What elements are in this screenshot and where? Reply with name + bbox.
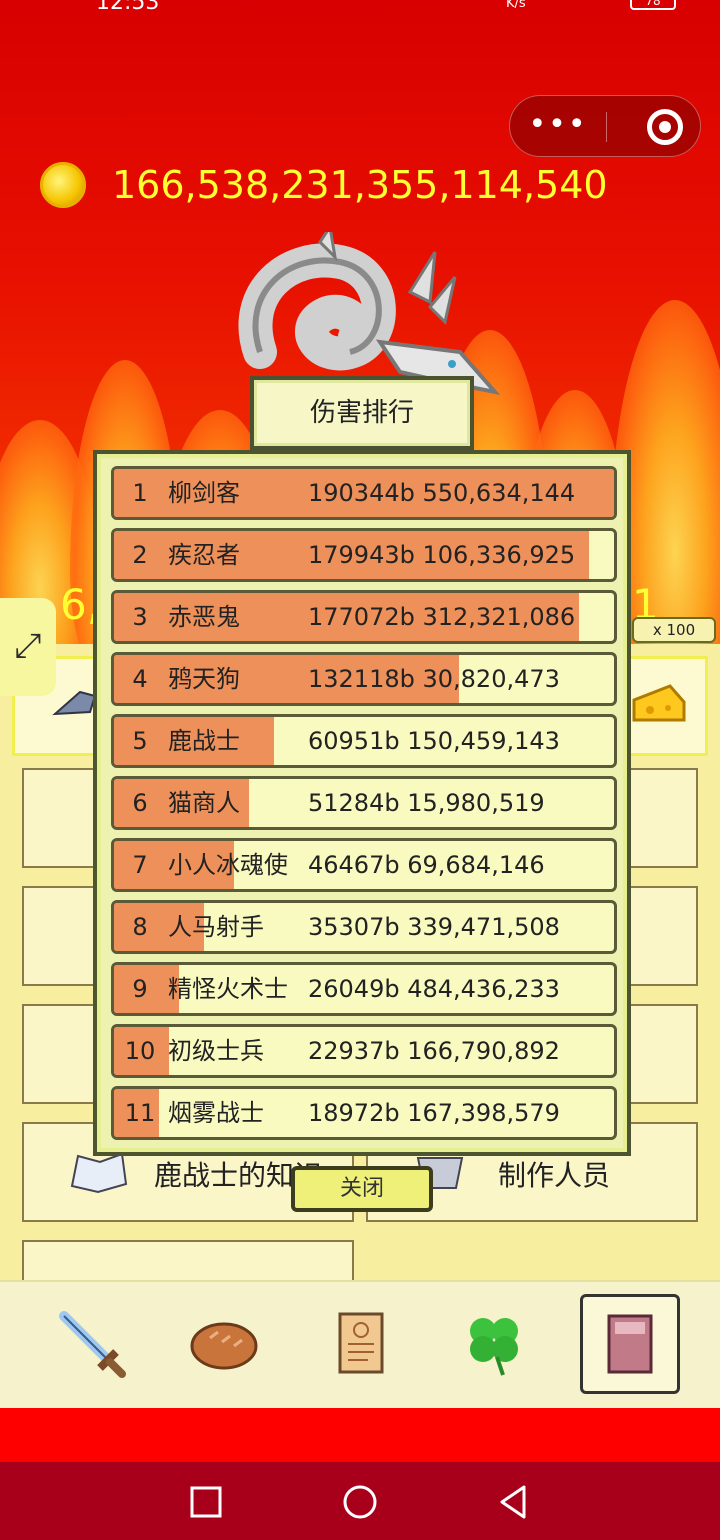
ranking-name: 鹿战士 [168,727,240,755]
ranking-rank: 6 [132,789,148,817]
damage-ranking-panel: 1 柳剑客 190344b 550,634,144 2 疾忍者 179943b 106,3… [93,450,631,1156]
item-card[interactable] [22,768,102,868]
close-button[interactable]: 关闭 [291,1166,433,1212]
ranking-score: 46467b 69,684,146 [308,851,545,879]
ranking-name: 赤恶鬼 [168,603,240,631]
ranking-name: 柳剑客 [168,479,240,507]
ranking-rank: 7 [132,851,148,879]
item-card[interactable] [622,768,698,868]
ranking-row: 5 鹿战士 60951b 150,459,143 [111,714,617,768]
battery-indicator: 78 [630,0,676,10]
nav-clover-button[interactable] [444,1294,544,1394]
ranking-rank: 4 [132,665,148,693]
ranking-score: 177072b 312,321,086 [308,603,576,631]
ranking-score: 190344b 550,634,144 [308,479,576,507]
ad-strip [0,1408,720,1462]
item-card[interactable] [22,886,102,986]
clover-icon [470,1318,518,1376]
ranking-name: 精怪火术士 [168,975,288,1003]
ranking-score: 26049b 484,436,233 [308,975,560,1003]
bread-icon [190,1322,258,1370]
ranking-rank: 5 [132,727,148,755]
ranking-title: 伤害排行 [250,376,474,450]
ranking-score: 35307b 339,471,508 [308,913,560,941]
nav-bread-button[interactable] [174,1294,274,1394]
ranking-name: 鸦天狗 [168,665,240,693]
ranking-name: 初级士兵 [168,1037,264,1065]
gold-amount: 166,538,231,355,114,540 [112,163,608,207]
ranking-row: 8 人马射手 35307b 339,471,508 [111,900,617,954]
ranking-score: 60951b 150,459,143 [308,727,560,755]
nav-sword-button[interactable] [42,1294,142,1394]
ranking-name: 小人冰魂使 [168,851,288,879]
multiplier-badge[interactable]: x 100 [632,617,716,643]
ranking-row: 6 猫商人 51284b 15,980,519 [111,776,617,830]
status-time: 12:53 [96,0,160,15]
ranking-row: 2 疾忍者 179943b 106,336,925 [111,528,617,582]
nav-scroll-button[interactable] [310,1294,410,1394]
ranking-score: 179943b 106,336,925 [308,541,576,569]
sword-icon [59,1311,126,1378]
ranking-row: 1 柳剑客 190344b 550,634,144 [111,466,617,520]
item-card[interactable] [622,886,698,986]
back-icon[interactable] [494,1482,534,1522]
expand-icon[interactable]: ⤢ [0,598,56,696]
book-icon [607,1314,653,1374]
ranking-rank: 2 [132,541,148,569]
ranking-rank: 1 [132,479,148,507]
ranking-row: 10 初级士兵 22937b 166,790,892 [111,1024,617,1078]
ranking-score: 51284b 15,980,519 [308,789,545,817]
ranking-row: 7 小人冰魂使 46467b 69,684,146 [111,838,617,892]
network-speed-unit: K/s [506,0,526,11]
credits-label: 制作人员 [498,1159,611,1192]
open-book-icon [70,1152,128,1194]
gold-coin-icon [40,162,86,208]
nav-book-button[interactable] [580,1294,680,1394]
status-bar: 12:53 K/s 78 [0,0,720,22]
ranking-name: 烟雾战士 [168,1099,264,1127]
recent-apps-icon[interactable] [186,1482,226,1522]
ranking-row: 4 鸦天狗 132118b 30,820,473 [111,652,617,706]
ranking-name: 疾忍者 [168,541,240,569]
ranking-rank: 8 [132,913,148,941]
exit-target-icon[interactable] [647,109,683,145]
ranking-rank: 9 [132,975,148,1003]
home-icon[interactable] [340,1482,380,1522]
ranking-score: 132118b 30,820,473 [308,665,560,693]
ranking-name: 人马射手 [168,913,264,941]
bottom-nav [0,1280,720,1408]
item-card[interactable] [22,1004,102,1104]
ranking-score: 22937b 166,790,892 [308,1037,560,1065]
more-options-icon[interactable]: ••• [510,96,606,158]
cheese-icon [632,684,686,722]
system-nav-bar [0,1462,720,1540]
ranking-name: 猫商人 [168,789,240,817]
item-card[interactable] [622,1004,698,1104]
ranking-row: 9 精怪火术士 26049b 484,436,233 [111,962,617,1016]
item-card[interactable] [22,1240,354,1280]
scroll-icon [338,1312,384,1374]
ranking-score: 18972b 167,398,579 [308,1099,560,1127]
ranking-rank: 3 [132,603,148,631]
ranking-row: 11 烟雾战士 18972b 167,398,579 [111,1086,617,1140]
ranking-row: 3 赤恶鬼 177072b 312,321,086 [111,590,617,644]
miniprogram-capsule: ••• [509,95,701,157]
ranking-rank: 10 [124,1037,156,1065]
ranking-rank: 11 [124,1099,156,1127]
